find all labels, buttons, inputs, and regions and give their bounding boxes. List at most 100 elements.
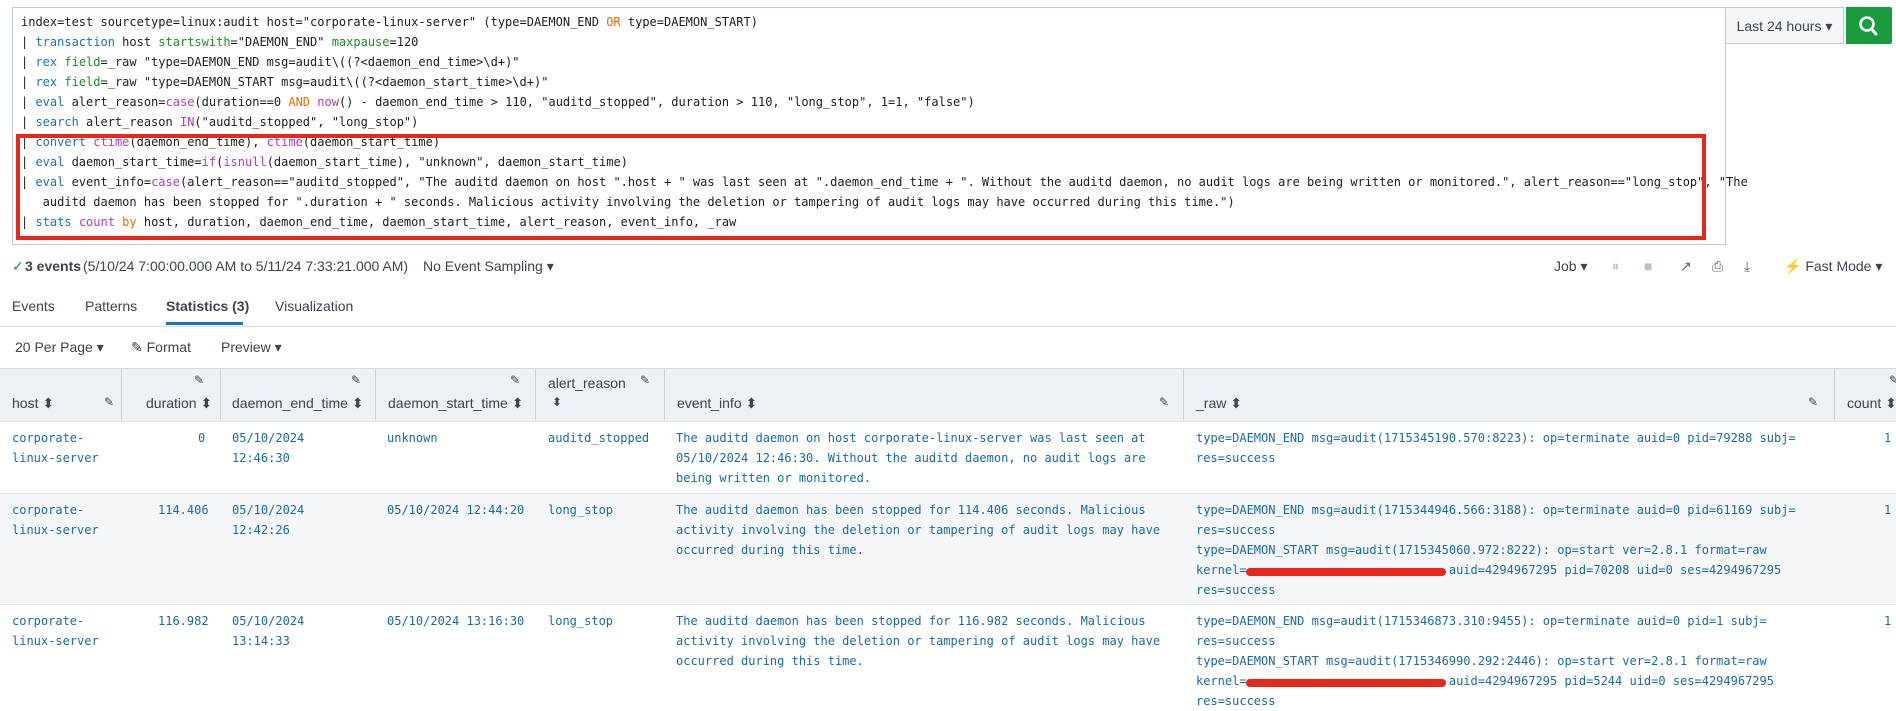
print-icon[interactable]: ⎙: [1712, 258, 1723, 275]
query-token: transaction: [35, 35, 115, 49]
cell-duration[interactable]: 0: [198, 428, 205, 448]
cell-duration[interactable]: 116.982: [158, 611, 209, 631]
query-token: ="DAEMON_END": [230, 35, 332, 49]
query-line[interactable]: | search alert_reason IN("auditd_stopped…: [21, 112, 418, 132]
format-button[interactable]: ✎ Format: [131, 339, 191, 356]
cell-host[interactable]: corporate- linux-server: [12, 500, 99, 540]
column-header-duration[interactable]: duration ⬍ ✎: [121, 369, 220, 422]
query-token: () - daemon_end_time > 110, "auditd_stop…: [338, 95, 975, 109]
cell-host[interactable]: corporate- linux-server: [12, 428, 99, 468]
query-token: search: [35, 115, 79, 129]
table-row: corporate- linux-server 0 05/10/2024 12:…: [0, 421, 1896, 494]
edit-icon[interactable]: ✎: [640, 373, 650, 387]
query-line[interactable]: | transaction host startswith="DAEMON_EN…: [21, 32, 418, 52]
query-token: ("auditd_stopped", "long_stop"): [194, 115, 419, 129]
edit-icon[interactable]: ✎: [1808, 395, 1818, 409]
table-row: corporate- linux-server 116.982 05/10/20…: [0, 604, 1896, 711]
check-icon: ✓: [12, 258, 24, 274]
query-token: |: [21, 75, 36, 89]
search-bar-area: index=test sourcetype=linux:audit host="…: [0, 0, 1896, 254]
query-line[interactable]: | rex field=_raw "type=DAEMON_START msg=…: [21, 72, 548, 92]
cell-count[interactable]: 1: [1884, 428, 1891, 448]
query-token: alert_reason=: [64, 95, 166, 109]
query-line[interactable]: index=test sourcetype=linux:audit host="…: [21, 12, 758, 32]
column-header-count[interactable]: count ⬍ ✎: [1834, 369, 1896, 422]
cell-event-info[interactable]: The auditd daemon on host corporate-linu…: [676, 428, 1146, 488]
column-header-host[interactable]: host ⬍ ✎: [0, 369, 120, 422]
cell-raw[interactable]: type=DAEMON_END msg=audit(1715344946.566…: [1196, 500, 1796, 600]
cell-daemon-start-time[interactable]: 05/10/2024 13:16:30: [387, 611, 524, 631]
cell-daemon-end-time[interactable]: 05/10/2024 13:14:33: [232, 611, 304, 651]
column-header-daemon-end-time[interactable]: daemon_end_time ⬍ ✎: [220, 369, 375, 422]
cell-alert-reason[interactable]: long_stop: [548, 611, 613, 631]
query-token: startswith: [158, 35, 231, 49]
edit-icon[interactable]: ✎: [351, 373, 361, 387]
cell-host[interactable]: corporate- linux-server: [12, 611, 99, 651]
cell-count[interactable]: 1: [1884, 500, 1891, 520]
query-token: host: [114, 35, 159, 49]
results-options-bar: 20 Per Page ▾ ✎ Format Preview ▾: [0, 332, 1896, 368]
tab-events[interactable]: Events: [12, 298, 55, 314]
job-status-bar: ✓ 3 events (5/10/24 7:00:00.000 AM to 5/…: [0, 254, 1896, 284]
export-icon[interactable]: ⤓: [1744, 258, 1750, 275]
query-token: field: [64, 55, 101, 69]
cell-duration[interactable]: 114.406: [158, 500, 209, 520]
query-token: alert_reason: [78, 115, 180, 129]
query-token: case: [165, 95, 195, 109]
active-tab-indicator: [166, 322, 243, 325]
event-sampling-dropdown[interactable]: No Event Sampling ▾: [423, 258, 554, 275]
query-token: |: [21, 35, 36, 49]
sort-icon[interactable]: ⬍: [552, 395, 562, 409]
query-token: =120: [389, 35, 419, 49]
query-token: (duration==0: [194, 95, 289, 109]
cell-daemon-end-time[interactable]: 05/10/2024 12:46:30: [232, 428, 304, 468]
tab-visualization[interactable]: Visualization: [275, 298, 353, 314]
redaction-mark: [1246, 679, 1446, 687]
edit-icon[interactable]: ✎: [104, 395, 114, 409]
edit-icon[interactable]: ✎: [510, 373, 520, 387]
preview-dropdown[interactable]: Preview ▾: [221, 339, 282, 356]
edit-icon[interactable]: ✎: [194, 373, 204, 387]
time-range-picker[interactable]: Last 24 hours ▾: [1726, 7, 1844, 44]
cell-event-info[interactable]: The auditd daemon has been stopped for 1…: [676, 611, 1160, 671]
cell-raw[interactable]: type=DAEMON_END msg=audit(1715345190.570…: [1196, 428, 1796, 468]
query-token: field: [64, 75, 101, 89]
query-token: |: [21, 95, 36, 109]
per-page-dropdown[interactable]: 20 Per Page ▾: [15, 339, 104, 356]
table-row: corporate- linux-server 114.406 05/10/20…: [0, 493, 1896, 605]
job-menu[interactable]: Job ▾: [1554, 258, 1588, 275]
results-tabs: Events Patterns Statistics (3) Visualiza…: [0, 292, 1896, 327]
cell-raw[interactable]: type=DAEMON_END msg=audit(1715346873.310…: [1196, 611, 1774, 711]
column-header-event-info[interactable]: event_info ⬍ ✎: [664, 369, 1183, 422]
cell-alert-reason[interactable]: long_stop: [548, 500, 613, 520]
query-line[interactable]: | rex field=_raw "type=DAEMON_END msg=au…: [21, 52, 520, 72]
query-token: |: [21, 55, 36, 69]
tab-statistics[interactable]: Statistics (3): [166, 298, 249, 314]
edit-icon[interactable]: ✎: [1159, 395, 1169, 409]
results-table-header: host ⬍ ✎ duration ⬍ ✎ daemon_end_time ⬍ …: [0, 368, 1896, 422]
pause-icon[interactable]: ⏸: [1612, 258, 1619, 275]
share-icon[interactable]: ↗: [1680, 258, 1692, 275]
query-line[interactable]: | eval alert_reason=case(duration==0 AND…: [21, 92, 975, 112]
query-token: index=test sourcetype=linux:audit host="…: [21, 15, 607, 29]
query-token: =_raw "type=DAEMON_END msg=audit\((?<dae…: [100, 55, 520, 69]
column-header-alert-reason[interactable]: alert_reason ⬍ ✎: [535, 369, 664, 422]
query-token: eval: [35, 95, 65, 109]
cell-alert-reason[interactable]: auditd_stopped: [548, 428, 649, 448]
cell-daemon-start-time[interactable]: 05/10/2024 12:44:20: [387, 500, 524, 520]
search-mode-dropdown[interactable]: ⚡ Fast Mode ▾: [1784, 258, 1882, 275]
query-token: type=DAEMON_START): [620, 15, 758, 29]
search-button[interactable]: [1846, 7, 1892, 44]
search-icon: [1859, 16, 1878, 36]
cell-count[interactable]: 1: [1884, 611, 1891, 631]
cell-event-info[interactable]: The auditd daemon has been stopped for 1…: [676, 500, 1160, 560]
column-header-raw[interactable]: _raw ⬍ ✎: [1183, 369, 1834, 422]
cell-daemon-end-time[interactable]: 05/10/2024 12:42:26: [232, 500, 304, 540]
query-token: |: [21, 115, 36, 129]
tab-patterns[interactable]: Patterns: [85, 298, 137, 314]
query-token: maxpause: [331, 35, 390, 49]
stop-icon[interactable]: ■: [1644, 258, 1652, 274]
edit-icon[interactable]: ✎: [1889, 373, 1896, 387]
cell-daemon-start-time[interactable]: unknown: [387, 428, 438, 448]
column-header-daemon-start-time[interactable]: daemon_start_time ⬍ ✎: [375, 369, 535, 422]
